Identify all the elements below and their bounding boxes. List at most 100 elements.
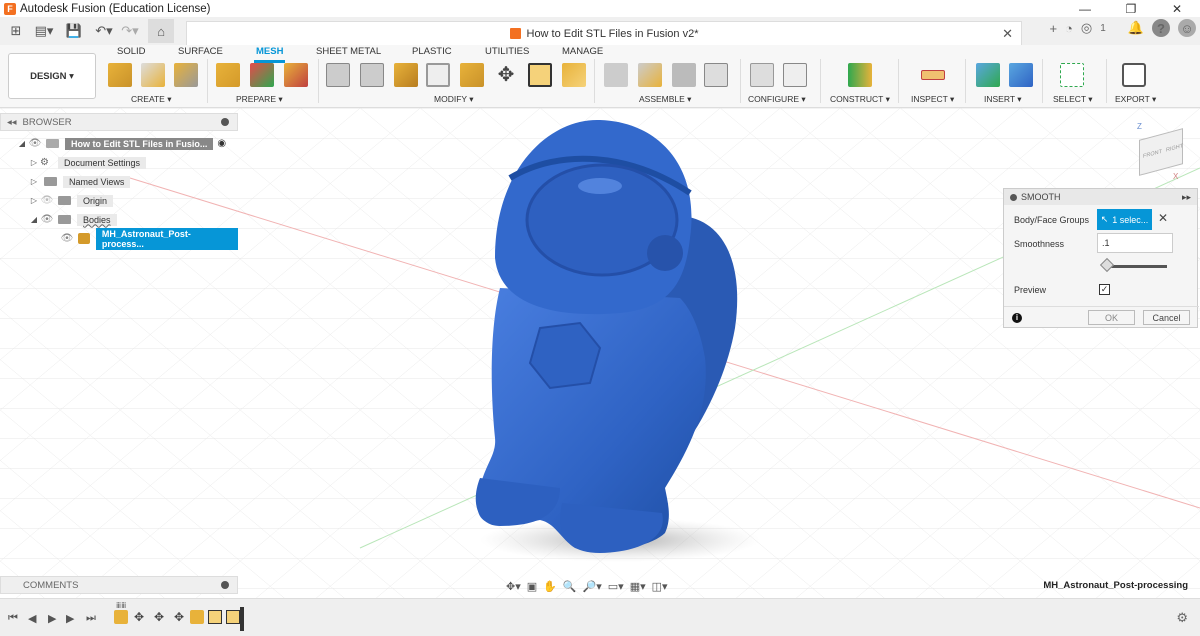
collapse-arrow-icon[interactable]: ◢ <box>28 215 40 224</box>
shell-icon[interactable] <box>426 63 450 87</box>
erase-and-fill-icon[interactable] <box>562 63 586 87</box>
info-icon[interactable]: i <box>1012 313 1022 323</box>
display-settings-icon[interactable]: ▭▾ <box>608 580 624 593</box>
dialog-pin-icon[interactable] <box>1010 193 1017 201</box>
document-tab[interactable]: How to Edit STL Files in Fusion v2* ✕ <box>186 21 1022 45</box>
cancel-button[interactable]: Cancel <box>1143 310 1190 325</box>
tab-mesh[interactable]: MESH <box>253 46 286 63</box>
undo-icon[interactable]: ↶▾ <box>92 19 116 43</box>
timeline-feature-mesh-icon[interactable] <box>114 610 128 624</box>
generate-face-groups-icon[interactable] <box>216 63 240 87</box>
active-radio-icon[interactable]: ◉ <box>217 138 226 149</box>
go-to-end-icon[interactable]: ⏭ <box>86 612 96 625</box>
expand-dialog-icon[interactable]: ▸▸ <box>1182 192 1191 203</box>
browser-header[interactable]: ◂◂ BROWSER <box>0 113 238 131</box>
tab-solid[interactable]: SOLID <box>117 46 146 57</box>
smooth-icon[interactable] <box>394 63 418 87</box>
smoothness-slider[interactable] <box>1107 265 1167 268</box>
assemble-menu[interactable]: ASSEMBLE ▾ <box>639 94 691 105</box>
insert-derive-icon[interactable] <box>976 63 1000 87</box>
grid-settings-icon[interactable]: ▦▾ <box>630 580 646 593</box>
file-menu-icon[interactable]: ▤▾ <box>32 19 56 43</box>
export-menu[interactable]: EXPORT ▾ <box>1115 94 1156 105</box>
inspect-menu[interactable]: INSPECT ▾ <box>911 94 954 105</box>
face-groups-selection-button[interactable]: ↖ 1 selec... <box>1097 209 1152 230</box>
smooth-dialog-header[interactable]: SMOOTH ▸▸ <box>1004 189 1197 205</box>
account-alert-icon[interactable]: 🔔 <box>1128 20 1144 36</box>
tree-item-origin[interactable]: ▷ 👁 Origin <box>28 192 114 209</box>
remesh-icon[interactable] <box>284 63 308 87</box>
move-icon[interactable]: ✥ <box>494 63 518 87</box>
play-icon[interactable]: ▶ <box>48 612 56 625</box>
combine-icon[interactable] <box>460 63 484 87</box>
redo-icon[interactable]: ↷▾ <box>118 19 142 43</box>
create-form-icon[interactable] <box>141 63 165 87</box>
pan-icon[interactable]: ✋ <box>543 580 557 593</box>
timeline-feature-move-icon[interactable]: ✥ <box>152 610 166 624</box>
preview-checkbox[interactable]: ✓ <box>1099 284 1110 295</box>
expand-arrow-icon[interactable]: ▷ <box>28 196 40 205</box>
tab-manage[interactable]: MANAGE <box>562 46 603 57</box>
notifications-icon[interactable]: ◎ <box>1081 20 1092 36</box>
as-built-joint-icon[interactable] <box>672 63 696 87</box>
expand-arrow-icon[interactable]: ▷ <box>28 158 40 167</box>
orbit-icon[interactable]: ✥▾ <box>506 580 521 593</box>
visibility-eye-icon[interactable]: 👁 <box>28 138 42 149</box>
configure-menu[interactable]: CONFIGURE ▾ <box>748 94 806 105</box>
configure-icon[interactable] <box>750 63 774 87</box>
new-component-icon[interactable] <box>604 63 628 87</box>
export-icon[interactable] <box>1122 63 1146 87</box>
zoom-window-icon[interactable]: 🔎▾ <box>583 580 602 593</box>
timeline-marker[interactable] <box>240 607 244 631</box>
timeline-filter-icon[interactable]: ⅲⅲ <box>116 601 126 610</box>
repair-mesh-icon[interactable] <box>250 63 274 87</box>
timeline-settings-gear-icon[interactable]: ⚙ <box>1176 610 1188 626</box>
timeline-feature-scale-icon[interactable] <box>226 610 240 624</box>
clear-selection-icon[interactable]: ✕ <box>1158 211 1168 225</box>
document-tab-close-icon[interactable]: ✕ <box>1002 26 1013 42</box>
tab-surface[interactable]: SURFACE <box>178 46 223 57</box>
go-to-start-icon[interactable]: ⏮ <box>8 612 18 625</box>
timeline-feature-move-icon[interactable]: ✥ <box>132 610 146 624</box>
expand-arrow-icon[interactable]: ▷ <box>28 177 40 186</box>
close-button[interactable]: ✕ <box>1154 0 1200 17</box>
separate-icon[interactable] <box>360 63 384 87</box>
timeline-feature-scale-icon[interactable] <box>208 610 222 624</box>
tree-item-document-settings[interactable]: ▷ ⚙ Document Settings <box>28 154 147 171</box>
save-icon[interactable]: 💾 <box>62 19 86 43</box>
step-forward-icon[interactable]: ▶ <box>66 612 74 625</box>
tab-plastic[interactable]: PLASTIC <box>412 46 452 57</box>
tree-item-bodies[interactable]: ◢ 👁 Bodies <box>28 211 117 228</box>
smoothness-slider-handle[interactable] <box>1099 257 1115 273</box>
viewports-icon[interactable]: ◫▾ <box>652 580 668 593</box>
modify-menu[interactable]: MODIFY ▾ <box>434 94 474 105</box>
insert-mesh-icon[interactable] <box>108 63 132 87</box>
new-tab-icon[interactable]: + <box>1049 21 1057 36</box>
select-menu[interactable]: SELECT ▾ <box>1053 94 1093 105</box>
viewcube[interactable]: Z FRONT RIGHT X <box>1133 122 1187 182</box>
add-comment-icon[interactable] <box>221 581 229 589</box>
comments-panel[interactable]: COMMENTS <box>0 576 238 594</box>
apps-grid-icon[interactable]: ⊞ <box>4 19 28 43</box>
job-status-icon[interactable]: ◔ <box>1065 21 1073 36</box>
zoom-icon[interactable]: 🔍 <box>563 580 577 593</box>
hidden-eye-icon[interactable]: 👁 <box>40 195 54 206</box>
insert-canvas-icon[interactable] <box>1009 63 1033 87</box>
visibility-eye-icon[interactable]: 👁 <box>60 233 74 244</box>
viewcube-face[interactable]: FRONT RIGHT <box>1139 128 1183 176</box>
expand-arrow-icon[interactable]: ◢ <box>16 139 28 148</box>
look-at-icon[interactable]: ▣ <box>527 580 537 593</box>
joint-origin-icon[interactable] <box>704 63 728 87</box>
tessellate-icon[interactable] <box>174 63 198 87</box>
measure-icon[interactable] <box>921 70 945 80</box>
avatar[interactable]: ☺ <box>1178 19 1196 37</box>
home-icon[interactable]: ⌂ <box>148 19 174 43</box>
tree-root-document[interactable]: ◢ 👁 How to Edit STL Files in Fusio... ◉ <box>16 135 226 152</box>
construct-menu[interactable]: CONSTRUCT ▾ <box>830 94 890 105</box>
timeline-feature-move-icon[interactable]: ✥ <box>172 610 186 624</box>
maximize-button[interactable]: ❐ <box>1108 0 1154 17</box>
timeline-feature-smooth-icon[interactable] <box>190 610 204 624</box>
browser-pin-icon[interactable] <box>221 118 229 126</box>
select-icon[interactable] <box>1060 63 1084 87</box>
tab-sheet-metal[interactable]: SHEET METAL <box>316 46 381 57</box>
